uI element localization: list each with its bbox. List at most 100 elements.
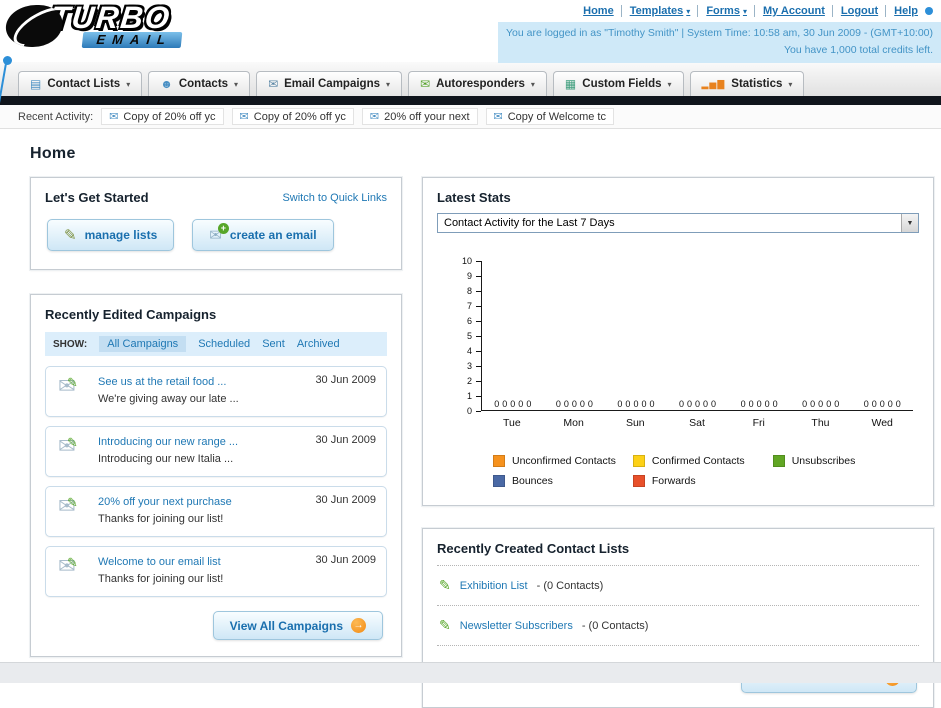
nav-tab-label: Contact Lists [47,78,121,90]
chart-y-tick: 0 [466,406,482,416]
recent-activity-item[interactable]: ✉ Copy of 20% off yc [101,108,224,125]
campaign-title-link[interactable]: Welcome to our email list [98,554,223,571]
chart-value-label: 0 [649,399,655,409]
recent-activity-item[interactable]: ✉ Copy of Welcome tc [485,108,614,125]
nav-tab-email-campaigns[interactable]: ✉ Email Campaigns ▾ [256,71,403,96]
chevron-down-icon: ▾ [686,6,691,16]
chart-value-labels: 00000 [851,399,913,409]
nav-tab-statistics[interactable]: ▂▅▇ Statistics ▾ [689,71,805,96]
top-link-templates[interactable]: Templates ▾ [620,5,691,17]
chart-value-label: 0 [818,399,824,409]
chart-value-label: 0 [563,399,569,409]
legend-label: Unsubscribes [791,455,856,467]
chart-value-label: 0 [579,399,585,409]
manage-lists-label: manage lists [84,228,158,242]
turbo-email-logo[interactable]: TURBO EMAIL [3,0,186,49]
nav-tab-contact-lists[interactable]: ▤ Contact Lists ▾ [18,71,143,96]
manage-lists-button[interactable]: ✎ manage lists [47,219,175,251]
chart-bar-group: 00000 [482,261,544,410]
filter-tab-scheduled[interactable]: Scheduled [198,338,250,350]
nav-tab-label: Contacts [178,78,229,90]
chevron-down-icon: ▾ [386,79,391,89]
pencil-icon: ✎ [64,227,77,244]
chart-x-label: Fri [752,417,765,429]
create-email-button[interactable]: ✉ + create an email [192,219,334,251]
stats-period-value: Contact Activity for the Last 7 Days [444,217,615,229]
chart-bar-group: 00000 [790,261,852,410]
statistics-icon: ▂▅▇ [701,78,726,89]
nav-tab-autoresponders[interactable]: ✉ Autoresponders ▾ [408,71,547,96]
chevron-down-icon: ▾ [788,79,793,89]
legend-item: Confirmed Contacts [632,455,773,467]
custom-fields-icon: ▦ [564,77,577,91]
chart-x-label: Sun [625,417,645,429]
chart-value-label: 0 [502,399,508,409]
credits-info: You have 1,000 total credits left. [783,43,933,56]
contact-lists-icon: ▤ [30,77,42,91]
activity-item-text: 20% off your next [384,110,470,123]
recent-activity-item[interactable]: ✉ 20% off your next [361,108,478,125]
chart-value-label: 0 [863,399,869,409]
recent-activity-item[interactable]: ✉ Copy of 20% off yc [231,108,354,125]
logo-line2: EMAIL [81,32,183,49]
envelope-icon: ✉ [493,111,503,123]
activity-item-text: Copy of Welcome tc [507,110,606,123]
page-title: Home [30,145,76,162]
top-link-logout[interactable]: Logout [831,5,878,17]
chart-value-label: 0 [810,399,816,409]
nav-tab-label: Email Campaigns [284,78,380,90]
envelope-pencil-icon: ✉ ✎ [58,494,86,528]
top-link-home[interactable]: Home [583,5,614,17]
top-link-forms[interactable]: Forms ▾ [697,5,747,17]
chart-value-label: 0 [494,399,500,409]
pencil-icon: ✎ [67,555,78,571]
chart-y-tick: 5 [466,331,482,341]
view-all-campaigns-label: View All Campaigns [229,618,343,633]
chart-x-labels: Tue Mon Sun Sat Fri Thu Wed [481,417,913,429]
top-link-help[interactable]: Help [885,5,918,17]
legend-swatch [493,475,505,487]
view-all-campaigns-button[interactable]: View All Campaigns → [212,611,383,641]
contact-list-count: - (0 Contacts) [581,619,649,632]
top-nav: Home Templates ▾ Forms ▾ My Account Logout… [498,5,941,17]
stats-period-select[interactable]: Contact Activity for the Last 7 Days ▼ [437,213,919,233]
campaign-title-link[interactable]: 20% off your next purchase [98,494,232,511]
chart-value-labels: 00000 [544,399,606,409]
activity-item-text: Copy of 20% off yc [123,110,216,123]
chart-value-label: 0 [764,399,770,409]
footer-strip [0,662,941,683]
filter-tab-sent[interactable]: Sent [262,338,285,350]
chart-value-label: 0 [756,399,762,409]
nav-tab-label: Statistics [731,78,783,90]
pencil-icon: ✎ [67,495,78,511]
nav-tab-label: Custom Fields [582,78,662,90]
chart-value-labels: 00000 [605,399,667,409]
campaign-title-link[interactable]: Introducing our new range ... [98,434,238,451]
chart-value-label: 0 [571,399,577,409]
latest-stats-panel: Latest Stats Contact Activity for the La… [422,177,934,506]
nav-tab-contacts[interactable]: ☻ Contacts ▾ [148,71,251,96]
campaign-title-link[interactable]: See us at the retail food ... [98,374,239,391]
chart-value-label: 0 [871,399,877,409]
top-link-my-account[interactable]: My Account [753,5,825,17]
chevron-down-icon: ▾ [667,79,672,89]
session-info-box: You are logged in as "Timothy Smith" | S… [498,22,941,63]
chart-value-label: 0 [711,399,717,409]
switch-quick-links-link[interactable]: Switch to Quick Links [282,192,387,204]
get-started-panel: Let's Get Started Switch to Quick Links … [30,177,402,270]
contact-list-name-link[interactable]: Newsletter Subscribers [460,620,573,632]
legend-label: Confirmed Contacts [651,455,745,467]
campaign-list-item: ✉ ✎ Welcome to our email list Thanks for … [45,546,387,598]
envelope-icon: ✉ [109,111,119,123]
contact-list-name-link[interactable]: Exhibition List [460,580,528,592]
get-started-title: Let's Get Started [45,190,149,205]
filter-tab-archived[interactable]: Archived [297,338,340,350]
select-dropdown-icon: ▼ [901,214,918,232]
top-link-templates-label: Templates [629,5,684,17]
nav-tab-custom-fields[interactable]: ▦ Custom Fields ▾ [552,71,684,96]
chart-y-tick: 10 [461,256,482,266]
plus-icon: + [217,222,229,234]
filter-tab-all-campaigns[interactable]: All Campaigns [99,336,187,352]
legend-item: Forwards [632,475,773,487]
campaign-subtitle: We're giving away our late ... [98,393,239,406]
